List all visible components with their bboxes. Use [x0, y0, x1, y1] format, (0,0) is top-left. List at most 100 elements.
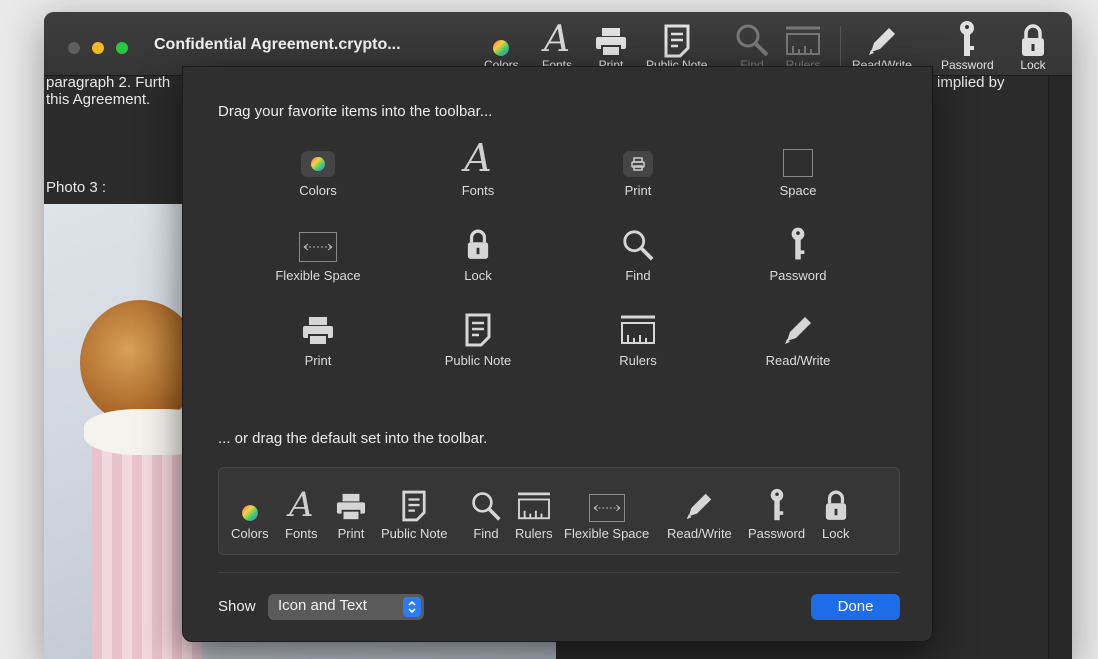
- font-icon: A: [544, 19, 570, 60]
- palette-item-label: Read/Write: [765, 353, 831, 368]
- color-wheel-icon: [241, 484, 259, 522]
- default-set-heading: ... or drag the default set into the too…: [218, 430, 488, 447]
- toolbar-print[interactable]: Print: [594, 18, 628, 72]
- ruler-icon: [619, 307, 657, 347]
- toolbar-rulers[interactable]: Rulers: [784, 18, 822, 72]
- magnifier-icon: [734, 18, 770, 58]
- palette-item-rulers[interactable]: Rulers: [558, 307, 718, 368]
- default-item-find: Find: [470, 484, 502, 541]
- palette-item-fonts[interactable]: A Fonts: [398, 137, 558, 198]
- magnifier-icon: [470, 484, 502, 522]
- key-icon: [767, 484, 787, 522]
- default-item-password: Password: [748, 484, 805, 541]
- magnifier-icon: [621, 222, 655, 262]
- palette-item-label: Colors: [299, 183, 337, 198]
- sheet-heading: Drag your favorite items into the toolba…: [218, 103, 493, 120]
- palette-item-flexible-space[interactable]: Flexible Space: [238, 222, 398, 283]
- zoom-window-button[interactable]: [116, 42, 128, 54]
- window-title: Confidential Agreement.crypto...: [154, 36, 401, 53]
- print-small-icon: [623, 137, 653, 177]
- pencil-icon: [865, 18, 899, 58]
- palette-item-label: Rulers: [619, 353, 657, 368]
- default-item-label: Public Note: [381, 526, 448, 541]
- pencil-icon: [683, 484, 715, 522]
- space-icon: [783, 137, 813, 177]
- palette-item-label: Find: [625, 268, 651, 283]
- default-item-flexible-space: Flexible Space: [564, 484, 649, 541]
- toolbar-lock[interactable]: Lock: [1020, 18, 1046, 72]
- font-icon: A: [288, 485, 314, 525]
- color-wheel-icon: [301, 137, 335, 177]
- document-line-1: paragraph 2. Furth: [46, 74, 171, 91]
- palette-item-label: Print: [624, 183, 652, 198]
- palette-item-label: Public Note: [444, 353, 512, 368]
- lock-icon: [824, 484, 848, 522]
- toolbar-password-label: Password: [941, 58, 994, 72]
- palette-item-label: Flexible Space: [275, 268, 361, 283]
- default-item-label: Flexible Space: [564, 526, 650, 541]
- palette-item-password[interactable]: Password: [718, 222, 878, 283]
- default-item-label: Read/Write: [667, 526, 732, 541]
- default-item-colors: Colors: [231, 484, 269, 541]
- toolbar-public-note[interactable]: Public Note: [646, 18, 707, 72]
- close-window-button[interactable]: [68, 42, 80, 54]
- default-item-lock: Lock: [822, 484, 849, 541]
- lock-icon: [466, 222, 490, 262]
- key-icon: [956, 18, 978, 58]
- toolbar-fonts[interactable]: A Fonts: [542, 18, 572, 73]
- toolbar-read-write[interactable]: Read/Write: [852, 18, 912, 72]
- palette-item-label: Space: [779, 183, 817, 198]
- palette-item-find[interactable]: Find: [558, 222, 718, 283]
- default-item-label: Lock: [822, 526, 850, 541]
- flexible-space-icon: [299, 222, 337, 262]
- note-icon: [663, 18, 691, 58]
- document-right-text: implied by: [937, 74, 1005, 91]
- palette-item-space[interactable]: Space: [718, 137, 878, 198]
- flexible-space-icon: [588, 484, 625, 522]
- ruler-icon: [516, 484, 552, 522]
- done-button[interactable]: Done: [811, 594, 900, 620]
- palette-item-print-small[interactable]: Print: [558, 137, 718, 198]
- toolbar-separator: [840, 26, 841, 66]
- show-label: Show: [218, 598, 256, 615]
- font-icon: A: [464, 136, 492, 180]
- document-line-2: this Agreement.: [46, 91, 151, 108]
- default-item-rulers: Rulers: [515, 484, 553, 541]
- default-item-label: Fonts: [285, 526, 318, 541]
- palette-item-lock[interactable]: Lock: [398, 222, 558, 283]
- photo-caption: Photo 3 :: [46, 179, 107, 196]
- sheet-divider: [218, 572, 900, 573]
- printer-icon: [301, 307, 335, 347]
- show-mode-value: Icon and Text: [278, 597, 367, 614]
- printer-icon: [594, 18, 628, 58]
- toolbar-find[interactable]: Find: [734, 18, 770, 72]
- default-item-label: Rulers: [515, 526, 553, 541]
- palette-item-public-note[interactable]: Public Note: [398, 307, 558, 368]
- toolbar-lock-label: Lock: [1020, 58, 1046, 72]
- note-icon: [464, 307, 492, 347]
- default-item-fonts: A Fonts: [285, 484, 318, 541]
- chevron-updown-icon: [403, 597, 421, 617]
- ruler-icon: [784, 18, 822, 58]
- palette-item-label: Password: [769, 268, 827, 283]
- palette-item-colors[interactable]: Colors: [238, 137, 398, 198]
- palette-item-print[interactable]: Print: [238, 307, 398, 368]
- key-icon: [788, 222, 808, 262]
- toolbar-colors[interactable]: Colors: [484, 18, 519, 72]
- default-item-label: Print: [337, 526, 365, 541]
- lock-icon: [1020, 18, 1046, 58]
- default-toolbar-set[interactable]: Colors A Fonts Print Public Note Find Ru…: [218, 467, 900, 555]
- default-item-label: Colors: [231, 526, 269, 541]
- default-item-read-write: Read/Write: [667, 484, 732, 541]
- palette-item-label: Print: [304, 353, 332, 368]
- side-panel: [1048, 76, 1072, 659]
- note-icon: [401, 484, 427, 522]
- minimize-window-button[interactable]: [92, 42, 104, 54]
- default-item-public-note: Public Note: [381, 484, 447, 541]
- toolbar-password[interactable]: Password: [941, 18, 994, 72]
- color-wheel-icon: [491, 18, 511, 58]
- printer-icon: [335, 484, 367, 522]
- show-mode-select[interactable]: Icon and Text: [268, 594, 424, 620]
- palette-item-label: Lock: [464, 268, 492, 283]
- palette-item-read-write[interactable]: Read/Write: [718, 307, 878, 368]
